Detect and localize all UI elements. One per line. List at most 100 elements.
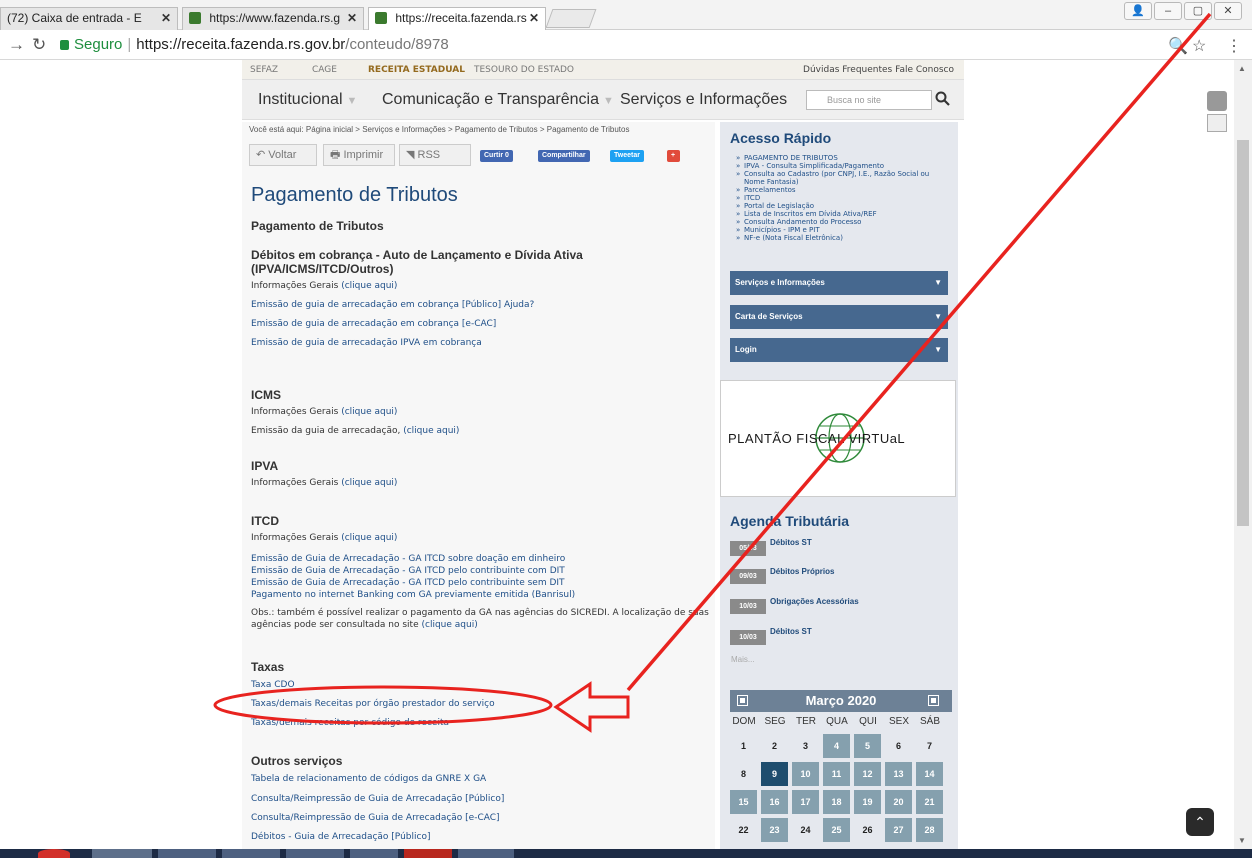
close-window-button[interactable]: ✕ <box>1214 2 1242 20</box>
top-link-sefaz[interactable]: SEFAZ <box>250 65 278 75</box>
new-tab-button[interactable] <box>545 9 597 28</box>
agenda-item[interactable]: Débitos ST <box>770 538 812 547</box>
plus-icon[interactable]: + <box>667 150 680 162</box>
tab-inbox[interactable]: (72) Caixa de entrada - E ✕ <box>0 7 178 30</box>
clique-aqui-link[interactable]: (clique aqui) <box>403 426 459 436</box>
calendar-day[interactable]: 11 <box>823 762 850 786</box>
top-right-links[interactable]: Dúvidas Frequentes Fale Conosco <box>803 65 954 75</box>
calendar-prev-button[interactable] <box>737 695 748 706</box>
accordion-login[interactable]: Login ▼ <box>730 338 948 362</box>
quick-link[interactable]: Lista de Inscritos em Dívida Ativa/REF <box>736 210 951 218</box>
calendar-day[interactable]: 6 <box>885 734 912 758</box>
quick-link[interactable]: IPVA - Consulta Simplificada/Pagamento <box>736 162 951 170</box>
calendar-day[interactable]: 25 <box>823 818 850 842</box>
quick-link[interactable]: Consulta ao Cadastro (por CNPJ, I.E., Ra… <box>736 170 951 186</box>
print-button[interactable]: 🖶 Imprimir <box>323 144 395 166</box>
outros-link-debitos[interactable]: Débitos - Guia de Arrecadação [Público] <box>251 832 430 842</box>
rss-icon[interactable] <box>1207 91 1227 111</box>
calendar-day[interactable]: 21 <box>916 790 943 814</box>
quick-link[interactable]: NF-e (Nota Fiscal Eletrônica) <box>736 234 951 242</box>
taskbar-app[interactable] <box>404 849 452 858</box>
user-icon[interactable]: 👤 <box>1124 2 1152 20</box>
calendar-day[interactable]: 26 <box>854 818 881 842</box>
calendar-day[interactable]: 16 <box>761 790 788 814</box>
clique-aqui-link[interactable]: (clique aqui) <box>422 620 478 630</box>
top-link-tesouro[interactable]: TESOURO DO ESTADO <box>474 65 574 75</box>
close-icon[interactable]: ✕ <box>161 11 171 25</box>
debitos-link-publico[interactable]: Emissão de guia de arrecadação em cobran… <box>251 300 534 310</box>
maximize-button[interactable]: ▢ <box>1184 2 1212 20</box>
calendar-day[interactable]: 17 <box>792 790 819 814</box>
zoom-icon[interactable]: 🔍 <box>1168 36 1188 56</box>
reload-icon[interactable]: ↻ <box>32 35 46 55</box>
outros-link-gnre[interactable]: Tabela de relacionamento de códigos da G… <box>251 774 486 784</box>
agenda-item[interactable]: Débitos Próprios <box>770 567 834 576</box>
taskbar-app[interactable] <box>158 849 216 858</box>
calendar-day[interactable]: 19 <box>854 790 881 814</box>
calendar-day[interactable]: 8 <box>730 762 757 786</box>
calendar-day[interactable]: 20 <box>885 790 912 814</box>
accordion-servicos[interactable]: Serviços e Informações ▼ <box>730 271 948 295</box>
calendar-day[interactable]: 7 <box>916 734 943 758</box>
scroll-top-button[interactable]: ⌃ <box>1186 808 1214 836</box>
search-input[interactable]: Busca no site <box>806 90 932 110</box>
scroll-thumb[interactable] <box>1237 140 1249 526</box>
debitos-link-ipva[interactable]: Emissão de guia de arrecadação IPVA em c… <box>251 338 482 348</box>
calendar-day[interactable]: 1 <box>730 734 757 758</box>
taxas-link-codigo[interactable]: Taxas/demais receitas por código de rece… <box>251 718 449 728</box>
calendar-day[interactable]: 14 <box>916 762 943 786</box>
itcd-link-com-dit[interactable]: Emissão de Guia de Arrecadação - GA ITCD… <box>251 566 565 576</box>
share-button[interactable]: Compartilhar <box>538 150 590 162</box>
nav-institucional[interactable]: Institucional ▼ <box>258 91 357 109</box>
quick-link[interactable]: Consulta Andamento do Processo <box>736 218 951 226</box>
menu-icon[interactable]: ⋮ <box>1226 36 1242 56</box>
close-icon[interactable]: ✕ <box>529 11 539 25</box>
tab-fazenda[interactable]: https://www.fazenda.rs.g ✕ <box>182 7 364 30</box>
calendar-day[interactable]: 28 <box>916 818 943 842</box>
nav-servicos[interactable]: Serviços e Informações <box>620 91 787 109</box>
agenda-item[interactable]: Obrigações Acessórias <box>770 597 859 606</box>
calendar-day[interactable]: 9 <box>761 762 788 786</box>
calendar-day[interactable]: 24 <box>792 818 819 842</box>
quick-link[interactable]: ITCD <box>736 194 951 202</box>
forward-arrow-icon[interactable]: → <box>8 35 25 55</box>
quick-link[interactable]: Portal de Legislação <box>736 202 951 210</box>
itcd-link-doacao[interactable]: Emissão de Guia de Arrecadação - GA ITCD… <box>251 554 565 564</box>
url-input[interactable]: Seguro | https://receita.fazenda.rs.gov.br… <box>56 34 1158 56</box>
scroll-up-icon[interactable]: ▲ <box>1238 64 1246 73</box>
outros-link-ecac[interactable]: Consulta/Reimpressão de Guia de Arrecada… <box>251 813 500 823</box>
taskbar-app[interactable] <box>286 849 344 858</box>
calendar-day[interactable]: 3 <box>792 734 819 758</box>
calendar-day[interactable]: 12 <box>854 762 881 786</box>
nav-comunicacao[interactable]: Comunicação e Transparência ▼ <box>382 91 614 109</box>
breadcrumb[interactable]: Você está aqui: Página inicial > Serviço… <box>249 125 629 134</box>
tab-receita[interactable]: https://receita.fazenda.rs ✕ <box>368 7 546 31</box>
minimize-button[interactable]: – <box>1154 2 1182 20</box>
taskbar-app[interactable] <box>350 849 398 858</box>
calendar-day[interactable]: 10 <box>792 762 819 786</box>
outros-link-publico[interactable]: Consulta/Reimpressão de Guia de Arrecada… <box>251 794 504 804</box>
quick-link[interactable]: Municípios - IPM e PIT <box>736 226 951 234</box>
taskbar-app[interactable] <box>92 849 152 858</box>
calendar-day[interactable]: 13 <box>885 762 912 786</box>
clique-aqui-link[interactable]: (clique aqui) <box>341 533 397 543</box>
mail-icon[interactable] <box>1207 114 1227 132</box>
agenda-item[interactable]: Débitos ST <box>770 627 812 636</box>
tweet-button[interactable]: Tweetar <box>610 150 644 162</box>
debitos-link-ecac[interactable]: Emissão de guia de arrecadação em cobran… <box>251 319 496 329</box>
agenda-more-link[interactable]: Mais... <box>731 655 755 664</box>
taskbar-app[interactable] <box>222 849 280 858</box>
page-scrollbar[interactable]: ▲ ▼ <box>1234 60 1252 849</box>
taxas-link-cdo[interactable]: Taxa CDO <box>251 680 295 690</box>
top-link-cage[interactable]: CAGE <box>312 65 337 75</box>
itcd-link-sem-dit[interactable]: Emissão de Guia de Arrecadação - GA ITCD… <box>251 578 565 588</box>
quick-link[interactable]: Parcelamentos <box>736 186 951 194</box>
quick-link[interactable]: PAGAMENTO DE TRIBUTOS <box>736 154 951 162</box>
like-button[interactable]: Curtir 0 <box>480 150 513 162</box>
clique-aqui-link[interactable]: (clique aqui) <box>341 281 397 291</box>
calendar-day[interactable]: 4 <box>823 734 850 758</box>
calendar-next-button[interactable] <box>928 695 939 706</box>
search-icon[interactable] <box>934 90 952 108</box>
calendar-day[interactable]: 23 <box>761 818 788 842</box>
calendar-day[interactable]: 22 <box>730 818 757 842</box>
